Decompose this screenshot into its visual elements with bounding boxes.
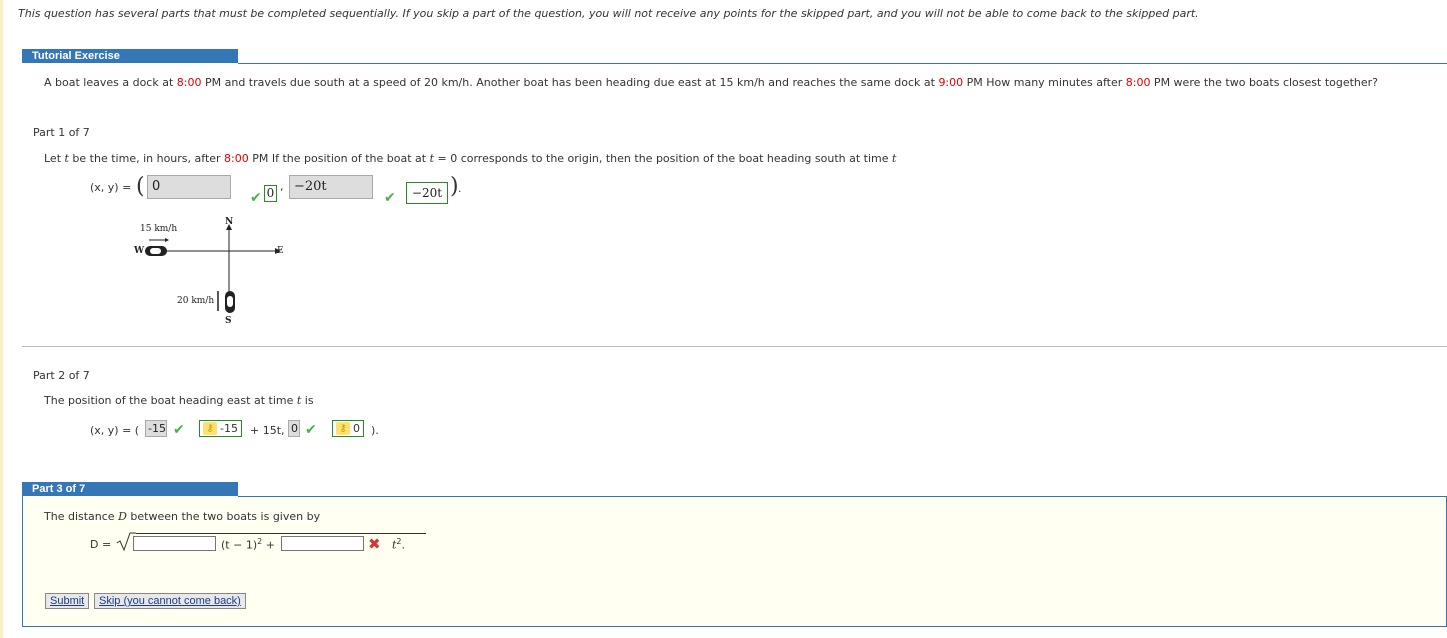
- tutorial-header-line: [238, 63, 1447, 64]
- submit-button[interactable]: Submit: [45, 593, 90, 609]
- part2-question: The position of the boat heading east at…: [44, 394, 314, 407]
- part1-x-input[interactable]: 0: [147, 175, 231, 199]
- part3-tail: t2.: [392, 537, 406, 552]
- south-label: S: [225, 316, 232, 326]
- south-speed-label: 20 km/h: [177, 296, 215, 306]
- part3-header-line: [238, 496, 1447, 497]
- part2-plus-term: + 15t,: [250, 424, 285, 437]
- part1-y-input[interactable]: −20t: [289, 175, 373, 199]
- part1-x-answer: 0: [264, 185, 277, 202]
- west-label: W: [134, 246, 145, 256]
- skip-button[interactable]: Skip (you cannot come back): [94, 593, 246, 609]
- part3-input-2[interactable]: [281, 536, 364, 551]
- part3-question: The distance D between the two boats is …: [44, 510, 321, 523]
- cross-icon: ✖: [368, 535, 381, 553]
- skip-notice: This question has several parts that mus…: [18, 7, 1199, 20]
- north-label: N: [225, 217, 234, 227]
- check-icon: ✔: [250, 190, 262, 206]
- check-icon: ✔: [173, 422, 185, 438]
- part2-x-key[interactable]: ⚷ -15: [199, 420, 242, 437]
- comma: ,: [280, 180, 284, 193]
- part3-label: Part 3 of 7: [22, 482, 238, 496]
- part2-close: ).: [371, 424, 379, 437]
- part1-eq-lhs: (x, y) =: [90, 181, 132, 194]
- east-speed-label: 15 km/h: [140, 224, 178, 234]
- part3-eq-lhs: D =: [90, 538, 112, 551]
- part1-y-answer: −20t: [406, 182, 448, 204]
- part1-label: Part 1 of 7: [33, 126, 90, 139]
- check-icon: ✔: [305, 422, 317, 438]
- tutorial-header: Tutorial Exercise: [22, 49, 238, 63]
- part2-y-input[interactable]: 0: [288, 420, 300, 437]
- sqrt-overline: [136, 533, 426, 534]
- key-icon: ⚷: [203, 422, 217, 435]
- period: .: [458, 182, 462, 195]
- key-icon: ⚷: [336, 422, 350, 435]
- part3-input-1[interactable]: [133, 536, 216, 551]
- part1-question: Let t be the time, in hours, after 8:00 …: [44, 152, 897, 165]
- check-icon: ✔: [384, 190, 396, 206]
- part3-mid-term: (t − 1)2 +: [221, 537, 275, 552]
- boat-diagram: N S E W 15 km/h 20 km/h: [125, 215, 295, 330]
- part2-eq-lhs: (x, y) = (: [90, 424, 140, 437]
- east-label: E: [277, 246, 284, 256]
- open-paren: (: [136, 174, 145, 199]
- left-accent-bar: [0, 0, 3, 638]
- problem-statement: A boat leaves a dock at 8:00 PM and trav…: [44, 76, 1379, 89]
- part-divider: [22, 346, 1447, 347]
- part2-y-key[interactable]: ⚷ 0: [332, 420, 364, 437]
- part2-label: Part 2 of 7: [33, 369, 90, 382]
- part2-x-input[interactable]: -15: [145, 420, 167, 437]
